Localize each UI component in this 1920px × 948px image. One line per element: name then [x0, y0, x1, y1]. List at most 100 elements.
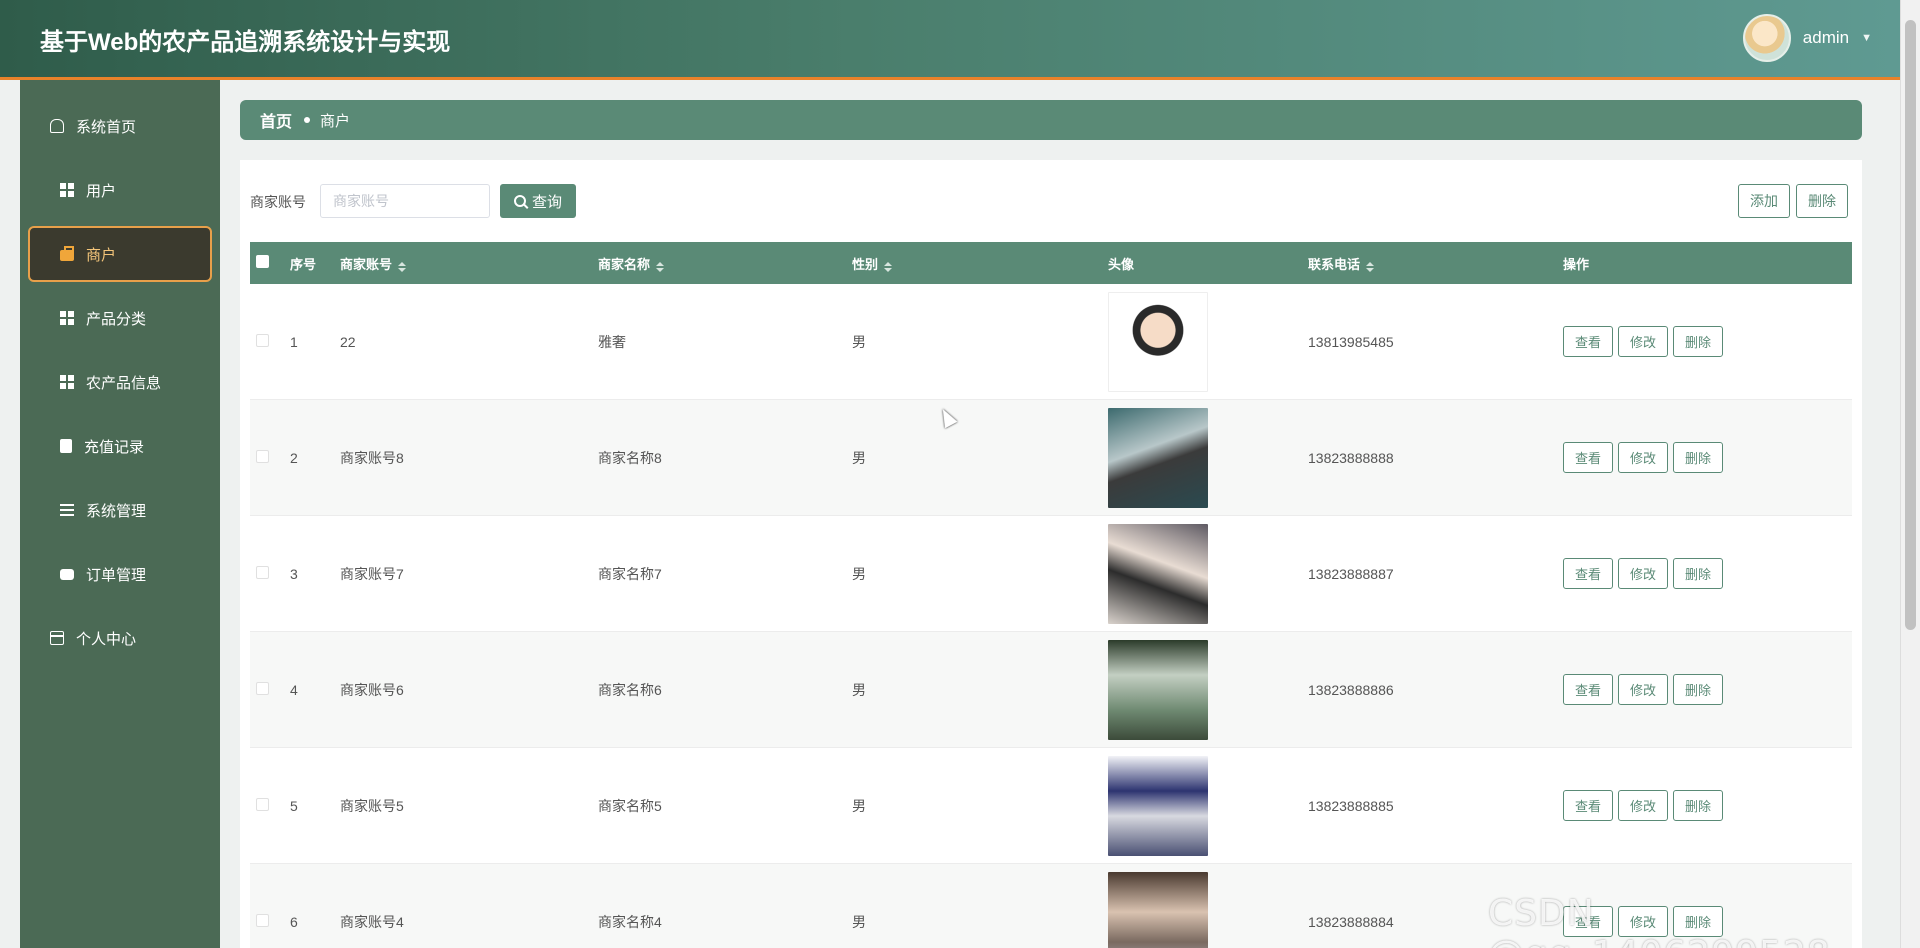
add-button[interactable]: 添加: [1738, 184, 1790, 218]
delete-button[interactable]: 删除: [1673, 326, 1723, 357]
cell-account: 商家账号6: [340, 681, 404, 698]
breadcrumb-current: 商户: [320, 112, 351, 130]
avatar-image: [1108, 291, 1208, 392]
cell-index: 4: [290, 681, 298, 698]
breadcrumb-home[interactable]: 首页: [260, 108, 292, 132]
delete-button[interactable]: 删除: [1673, 558, 1723, 589]
table-row: 2 商家账号8 商家名称8 男 13823888888 查看 修改 删除: [250, 400, 1852, 516]
header-account[interactable]: 商家账号: [340, 254, 598, 273]
delete-button[interactable]: 删除: [1673, 674, 1723, 705]
caret-down-icon[interactable]: ▼: [1861, 32, 1872, 44]
edit-button[interactable]: 修改: [1618, 674, 1668, 705]
edit-button[interactable]: 修改: [1618, 790, 1668, 821]
avatar-image: [1108, 871, 1208, 948]
sort-icon[interactable]: [656, 261, 665, 272]
cell-phone: 13823888885: [1308, 797, 1394, 814]
cell-name: 商家名称6: [598, 681, 662, 698]
avatar-image: [1108, 755, 1208, 856]
cell-name: 商家名称8: [598, 449, 662, 466]
cell-account: 22: [340, 333, 356, 350]
bulk-delete-button[interactable]: 删除: [1796, 184, 1848, 218]
cell-gender: 男: [852, 681, 866, 698]
edit-button[interactable]: 修改: [1618, 442, 1668, 473]
sidebar-item-label: 订单管理: [86, 566, 147, 584]
user-menu[interactable]: admin ▼: [1742, 14, 1872, 62]
row-checkbox[interactable]: [256, 333, 269, 347]
sidebar-item-label: 用户: [86, 182, 117, 200]
sort-icon[interactable]: [884, 261, 893, 272]
sidebar-item-home[interactable]: 系统首页: [28, 98, 212, 154]
view-button[interactable]: 查看: [1563, 442, 1613, 473]
username[interactable]: admin: [1803, 28, 1849, 48]
search-label: 商家账号: [250, 194, 306, 210]
page-scrollbar[interactable]: [1900, 0, 1920, 948]
table-header: 序号 商家账号 商家名称 性别 头像 联系电话 操作: [250, 242, 1852, 284]
row-checkbox[interactable]: [256, 797, 269, 811]
search-input[interactable]: [320, 184, 490, 218]
dot-separator-icon: [304, 117, 311, 123]
sidebar-item-categories[interactable]: 产品分类: [28, 290, 212, 346]
sidebar-item-label: 个人中心: [76, 630, 137, 648]
cell-index: 1: [290, 333, 298, 350]
merchant-table: 序号 商家账号 商家名称 性别 头像 联系电话 操作 1 22 雅奢 男 138…: [250, 242, 1852, 948]
search-button[interactable]: 查询: [500, 184, 576, 218]
card-icon: [50, 631, 64, 645]
cell-phone: 13813985485: [1308, 333, 1394, 350]
cell-gender: 男: [852, 333, 866, 350]
row-checkbox[interactable]: [256, 449, 269, 463]
view-button[interactable]: 查看: [1563, 790, 1613, 821]
header-gender[interactable]: 性别: [852, 254, 1108, 273]
avatar-image: [1108, 407, 1208, 508]
sidebar-item-label: 农产品信息: [86, 374, 162, 392]
cell-account: 商家账号5: [340, 797, 404, 814]
delete-button[interactable]: 删除: [1673, 790, 1723, 821]
header-index: 序号: [290, 256, 317, 272]
sidebar-item-merchants[interactable]: 商户: [28, 226, 212, 282]
sidebar-item-system[interactable]: 系统管理: [28, 482, 212, 538]
sort-icon[interactable]: [1366, 261, 1375, 272]
view-button[interactable]: 查看: [1563, 674, 1613, 705]
list-icon: [60, 503, 74, 517]
header-phone[interactable]: 联系电话: [1308, 254, 1563, 273]
sidebar-item-label: 产品分类: [86, 310, 147, 328]
briefcase-icon: [60, 246, 74, 261]
cell-account: 商家账号8: [340, 449, 404, 466]
cell-index: 6: [290, 913, 298, 930]
main-panel: 商家账号 查询 添加 删除 序号 商家账号 商家名称 性别 头像 联系电话 操作…: [240, 160, 1862, 948]
cell-name: 雅奢: [598, 333, 626, 350]
cell-gender: 男: [852, 797, 866, 814]
table-row: 3 商家账号7 商家名称7 男 13823888887 查看 修改 删除: [250, 516, 1852, 632]
row-checkbox[interactable]: [256, 681, 269, 695]
row-checkbox[interactable]: [256, 913, 269, 927]
home-icon: [50, 119, 64, 133]
cell-phone: 13823888888: [1308, 449, 1394, 466]
scrollbar-thumb[interactable]: [1905, 20, 1916, 630]
select-all-checkbox[interactable]: [256, 255, 269, 268]
header-avatar: 头像: [1108, 256, 1135, 272]
row-checkbox[interactable]: [256, 565, 269, 579]
sidebar-item-orders[interactable]: 订单管理: [28, 546, 212, 602]
edit-button[interactable]: 修改: [1618, 558, 1668, 589]
cell-gender: 男: [852, 449, 866, 466]
avatar-image: [1108, 639, 1208, 740]
cell-account: 商家账号4: [340, 913, 404, 930]
watermark: CSDN @qq_1406299528: [1488, 893, 1830, 948]
view-button[interactable]: 查看: [1563, 326, 1613, 357]
sidebar-item-label: 系统管理: [86, 502, 147, 520]
avatar[interactable]: [1742, 14, 1791, 62]
sidebar-item-users[interactable]: 用户: [28, 162, 212, 218]
delete-button[interactable]: 删除: [1673, 442, 1723, 473]
sidebar-item-recharge[interactable]: 充值记录: [28, 418, 212, 474]
header-name[interactable]: 商家名称: [598, 254, 852, 273]
cell-account: 商家账号7: [340, 565, 404, 582]
search-icon: [513, 195, 526, 207]
sidebar-item-label: 系统首页: [76, 118, 137, 136]
cell-name: 商家名称7: [598, 565, 662, 582]
cell-index: 2: [290, 449, 298, 466]
sort-icon[interactable]: [398, 261, 407, 272]
top-header: 基于Web的农产品追溯系统设计与实现 admin ▼: [0, 0, 1900, 80]
view-button[interactable]: 查看: [1563, 558, 1613, 589]
edit-button[interactable]: 修改: [1618, 326, 1668, 357]
sidebar-item-products[interactable]: 农产品信息: [28, 354, 212, 410]
sidebar-item-profile[interactable]: 个人中心: [28, 610, 212, 666]
